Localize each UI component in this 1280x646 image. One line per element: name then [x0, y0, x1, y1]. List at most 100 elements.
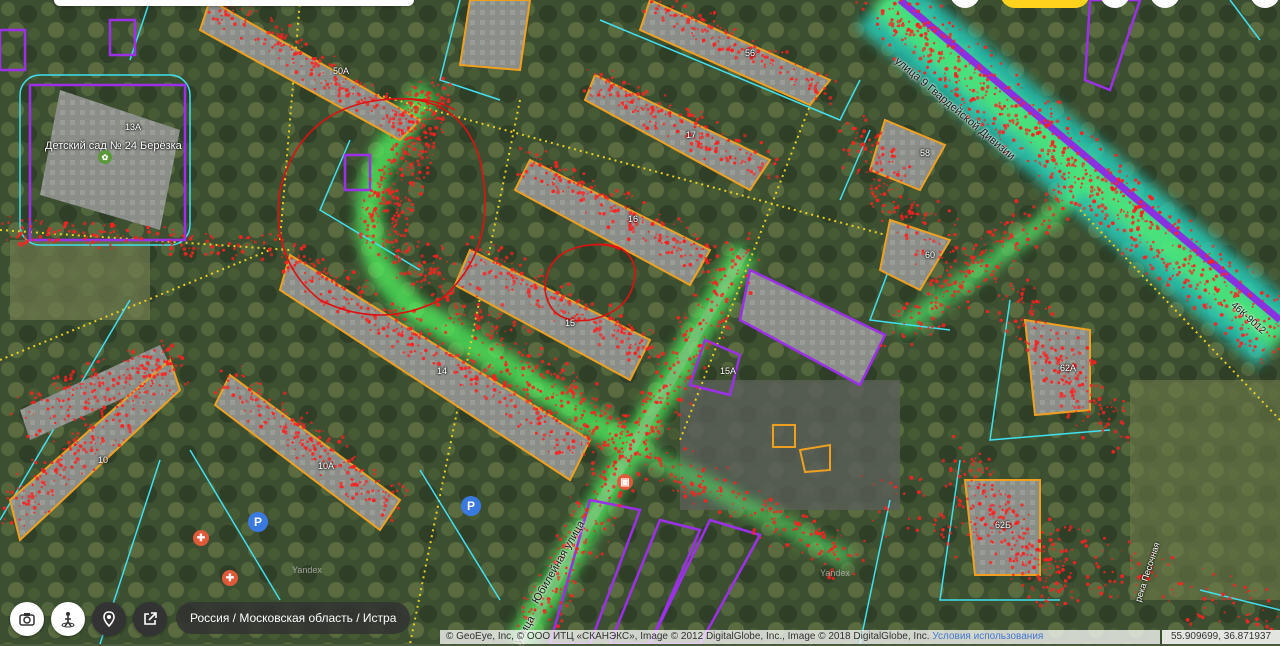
heatmap-point: [168, 355, 172, 358]
heatmap-point: [500, 303, 505, 307]
heatmap-point: [581, 413, 584, 417]
heatmap-point: [999, 318, 1003, 322]
parking-icon[interactable]: P: [461, 496, 481, 516]
region-breadcrumb[interactable]: Россия / Московская область / Истра: [176, 602, 411, 634]
heatmap-point: [386, 325, 390, 329]
heatmap-point: [410, 129, 414, 133]
building-number-60[interactable]: 60: [925, 250, 935, 260]
heatmap-point: [611, 333, 615, 338]
heatmap-point: [62, 468, 66, 472]
heatmap-point: [1045, 585, 1049, 589]
heatmap-point: [653, 11, 657, 15]
building-number-15a[interactable]: 15А: [720, 366, 736, 376]
heatmap-point: [32, 400, 36, 405]
heatmap-point: [259, 405, 262, 408]
heatmap-point: [1122, 399, 1125, 403]
building-number-15[interactable]: 15: [565, 318, 575, 328]
heatmap-point: [181, 355, 184, 359]
building-number-62b[interactable]: 62Б: [995, 520, 1011, 530]
heatmap-point: [1047, 596, 1050, 599]
building-number-13a[interactable]: 13А: [125, 122, 141, 132]
heatmap-point: [1265, 624, 1269, 629]
heatmap-point: [909, 342, 914, 347]
heatmap-point: [218, 388, 221, 391]
heatmap-point: [75, 387, 78, 390]
top-control-button[interactable]: [1000, 0, 1090, 8]
heatmap-point: [660, 424, 664, 428]
heatmap-point: [1203, 288, 1208, 293]
service-icon[interactable]: ✚: [193, 530, 209, 546]
heatmap-point: [533, 285, 538, 290]
heatmap-point: [312, 444, 316, 447]
heatmap-point: [1070, 156, 1074, 160]
heatmap-point: [741, 159, 744, 163]
building-number-14[interactable]: 14: [437, 366, 447, 376]
heatmap-point: [404, 494, 407, 497]
heatmap-point: [946, 305, 950, 309]
building-number-58[interactable]: 58: [920, 148, 930, 158]
heatmap-point: [943, 84, 948, 89]
heatmap-point: [931, 325, 934, 329]
heatmap-point: [997, 130, 1002, 135]
heatmap-point: [609, 316, 612, 320]
camera-button[interactable]: [10, 602, 44, 636]
heatmap-point: [745, 274, 749, 278]
heatmap-point: [997, 311, 1002, 315]
panorama-button[interactable]: [51, 602, 85, 636]
heatmap-point: [1032, 205, 1036, 209]
heatmap-point: [906, 27, 911, 32]
heatmap-point: [1073, 406, 1077, 409]
heatmap-point: [1043, 568, 1046, 571]
heatmap-point: [485, 333, 490, 337]
heatmap-point: [396, 128, 401, 132]
heatmap-point: [628, 83, 631, 85]
building-number-50a[interactable]: 50А: [333, 66, 349, 76]
building-number-56[interactable]: 56: [745, 48, 755, 58]
heatmap-point: [973, 71, 976, 74]
satellite-map[interactable]: [0, 0, 1280, 644]
heatmap-point: [906, 526, 910, 530]
heatmap-point: [1013, 543, 1017, 547]
heatmap-point: [600, 521, 604, 526]
heatmap-point: [987, 457, 992, 462]
heatmap-point: [436, 344, 440, 349]
poi-kindergarten[interactable]: Детский сад № 24 Берёзка: [45, 140, 182, 152]
heatmap-point: [943, 72, 946, 75]
heatmap-point: [250, 395, 253, 398]
heatmap-point: [96, 399, 100, 403]
heatmap-point: [1087, 529, 1090, 532]
parking-icon[interactable]: P: [248, 512, 268, 532]
heatmap-point: [389, 160, 394, 165]
heatmap-point: [1150, 221, 1153, 224]
building-number-16[interactable]: 16: [628, 214, 638, 224]
heatmap-point: [872, 519, 874, 522]
heatmap-point: [287, 439, 289, 441]
heatmap-point: [1003, 230, 1007, 235]
building-number-10a[interactable]: 10А: [318, 461, 334, 471]
heatmap-point: [916, 249, 919, 252]
heatmap-point: [961, 505, 965, 509]
service-icon[interactable]: ✚: [222, 570, 238, 586]
building-number-17[interactable]: 17: [686, 130, 696, 140]
heatmap-point: [1060, 346, 1065, 351]
heatmap-point: [386, 116, 389, 119]
copyright-text: © GeoEye, Inc, © ООО ИТЦ «СКАНЭКС», Imag…: [446, 631, 930, 642]
heatmap-point: [1237, 289, 1242, 294]
heatmap-point: [1172, 267, 1175, 270]
search-bar[interactable]: [54, 0, 414, 6]
share-button[interactable]: [133, 602, 167, 636]
heatmap-point: [680, 220, 683, 223]
heatmap-point: [300, 65, 303, 68]
building-number-62a[interactable]: 62А: [1060, 363, 1076, 373]
heatmap-point: [115, 405, 119, 409]
location-button[interactable]: [92, 602, 126, 636]
heatmap-point: [541, 437, 545, 441]
heatmap-point: [38, 235, 43, 239]
heatmap-point: [968, 264, 971, 267]
building-number-10[interactable]: 10: [98, 455, 108, 465]
heatmap-point: [676, 385, 680, 388]
shop-icon[interactable]: ▣: [617, 474, 633, 490]
kindergarten-icon[interactable]: ✿: [98, 150, 112, 164]
terms-link[interactable]: Условия использования: [932, 631, 1043, 642]
heatmap-point: [1050, 172, 1054, 176]
